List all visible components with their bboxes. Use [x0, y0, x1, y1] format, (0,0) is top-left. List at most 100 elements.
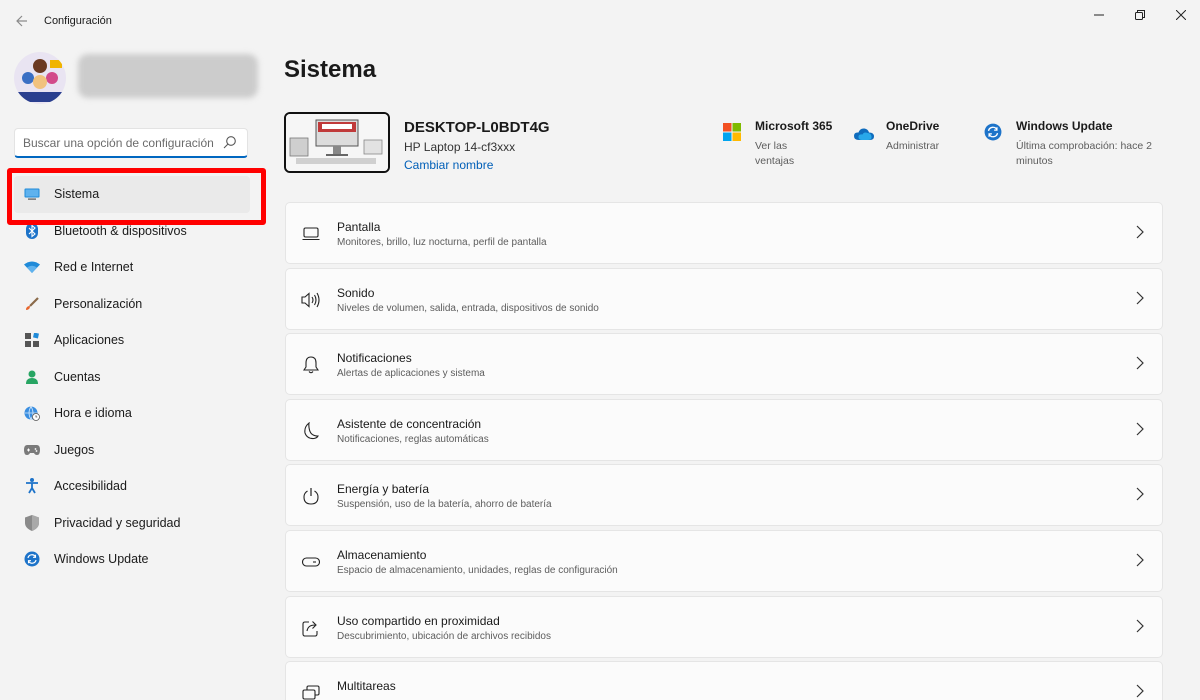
- card-subtitle: Espacio de almacenamiento, unidades, reg…: [337, 564, 618, 576]
- chevron-right-icon: [1136, 356, 1148, 372]
- moon-icon: [301, 421, 321, 441]
- quick-subtitle-line: Última comprobación: hace 2: [1016, 140, 1152, 152]
- card-multitareas[interactable]: Multitareas: [285, 661, 1163, 700]
- card-title: Sonido: [337, 285, 375, 300]
- sidebar-item-label: Cuentas: [54, 369, 101, 384]
- chevron-right-icon: [1136, 553, 1148, 569]
- chevron-right-icon: [1136, 225, 1148, 241]
- title-bar: Configuración: [0, 0, 1200, 44]
- sidebar-item-label: Aplicaciones: [54, 333, 125, 348]
- chevron-right-icon: [1136, 422, 1148, 438]
- speaker-icon: [301, 290, 321, 310]
- search-box[interactable]: [14, 128, 248, 158]
- quick-subtitle: Ver las ventajas: [755, 140, 795, 167]
- card-almacenamiento[interactable]: Almacenamiento Espacio de almacenamiento…: [285, 529, 1163, 592]
- card-title: Notificaciones: [337, 351, 412, 366]
- chevron-right-icon: [1136, 619, 1148, 635]
- card-subtitle: Monitores, brillo, luz nocturna, perfil …: [337, 237, 547, 248]
- card-subtitle: Niveles de volumen, salida, entrada, dis…: [337, 302, 599, 314]
- brush-icon: [23, 295, 41, 313]
- quick-title: Windows Update: [1016, 119, 1113, 133]
- sidebar-item-sistema[interactable]: Sistema: [14, 176, 250, 213]
- device-thumbnail: [284, 112, 390, 173]
- sidebar-item-label: Hora e idioma: [54, 406, 132, 421]
- card-title: Pantalla: [337, 220, 381, 234]
- sidebar-item-label: Privacidad y seguridad: [54, 515, 181, 530]
- search-icon[interactable]: [223, 135, 239, 151]
- card-subtitle: Alertas de aplicaciones y sistema: [337, 368, 485, 380]
- quick-subtitle: Administrar: [886, 140, 940, 152]
- sidebar-item-privacidad[interactable]: Privacidad y seguridad: [14, 505, 250, 542]
- accessibility-icon: [23, 477, 41, 495]
- card-sonido[interactable]: Sonido Niveles de volumen, salida, entra…: [285, 267, 1163, 330]
- gamepad-icon: [23, 441, 41, 459]
- sidebar-nav: Sistema Bluetooth & dispositivos Red e I…: [14, 176, 250, 578]
- quick-title: Microsoft 365: [755, 119, 833, 133]
- sidebar-item-label: Juegos: [54, 442, 95, 457]
- quick-subtitle-line: minutos: [1016, 155, 1053, 167]
- card-pantalla[interactable]: Pantalla Monitores, brillo, luz nocturna…: [285, 202, 1163, 264]
- globe-clock-icon: [23, 404, 41, 422]
- sidebar-item-red[interactable]: Red e Internet: [14, 249, 250, 286]
- chevron-right-icon: [1136, 487, 1148, 503]
- apps-icon: [23, 331, 41, 349]
- sidebar-item-label: Accesibilidad: [54, 479, 127, 494]
- sidebar-item-accesibilidad[interactable]: Accesibilidad: [14, 468, 250, 505]
- sidebar-item-juegos[interactable]: Juegos: [14, 432, 250, 469]
- card-title: Asistente de concentración: [337, 416, 482, 431]
- sidebar-item-label: Personalización: [54, 296, 143, 311]
- sidebar-item-windows-update[interactable]: Windows Update: [14, 541, 250, 578]
- quick-title: OneDrive: [886, 119, 940, 133]
- card-notificaciones[interactable]: Notificaciones Alertas de aplicaciones y…: [285, 333, 1163, 396]
- device-model: HP Laptop 14-cf3xxx: [404, 140, 516, 154]
- sidebar-item-label: Windows Update: [54, 552, 149, 567]
- sidebar-item-bluetooth[interactable]: Bluetooth & dispositivos: [14, 213, 250, 250]
- card-subtitle: Descubrimiento, ubicación de archivos re…: [337, 630, 551, 642]
- sidebar-item-aplicaciones[interactable]: Aplicaciones: [14, 322, 250, 359]
- card-energia-bateria[interactable]: Energía y batería Suspensión, uso de la …: [285, 464, 1163, 527]
- sidebar-item-hora[interactable]: Hora e idioma: [14, 395, 250, 432]
- card-title: Almacenamiento: [337, 547, 427, 562]
- avatar: [14, 52, 66, 104]
- onedrive-icon: [854, 123, 874, 143]
- monitor-icon: [23, 185, 41, 203]
- card-uso-compartido[interactable]: Uso compartido en proximidad Descubrimie…: [285, 595, 1163, 658]
- multitask-icon: [301, 683, 321, 700]
- device-name: DESKTOP-L0BDT4G: [404, 119, 550, 136]
- chevron-right-icon: [1136, 291, 1148, 307]
- share-icon: [301, 618, 321, 638]
- sidebar-item-label: Red e Internet: [54, 260, 134, 275]
- card-title: Uso compartido en proximidad: [337, 613, 500, 628]
- card-asistente-concentracion[interactable]: Asistente de concentración Notificacione…: [285, 398, 1163, 461]
- search-input[interactable]: [23, 133, 219, 153]
- storage-icon: [301, 552, 321, 572]
- sidebar-item-cuentas[interactable]: Cuentas: [14, 359, 250, 396]
- card-title: Multitareas: [337, 679, 396, 694]
- card-subtitle: Suspensión, uso de la batería, ahorro de…: [337, 499, 552, 511]
- page-title: Sistema: [284, 56, 377, 83]
- settings-list: Pantalla Monitores, brillo, luz nocturna…: [285, 202, 1163, 700]
- minimize-icon[interactable]: [1076, 0, 1122, 32]
- sidebar-item-personalizacion[interactable]: Personalización: [14, 286, 250, 323]
- power-icon: [301, 486, 321, 506]
- quick-subtitle: Última comprobación: hace 2 minutos: [1016, 139, 1152, 169]
- card-subtitle: Notificaciones, reglas automáticas: [337, 433, 489, 445]
- sidebar-item-label: Sistema: [54, 187, 100, 202]
- rename-link[interactable]: Cambiar nombre: [404, 158, 493, 172]
- account-icon: [23, 368, 41, 386]
- back-arrow-icon[interactable]: [12, 12, 32, 32]
- microsoft-365-icon: [723, 123, 743, 143]
- shield-icon: [23, 514, 41, 532]
- close-icon[interactable]: [1158, 0, 1200, 32]
- update-icon: [23, 550, 41, 568]
- chevron-right-icon: [1136, 684, 1148, 700]
- wifi-icon: [23, 258, 41, 276]
- blurred-user-name: [78, 54, 258, 98]
- windows-update-icon: [984, 123, 1004, 143]
- restore-icon[interactable]: [1117, 0, 1163, 32]
- card-title: Energía y batería: [337, 482, 430, 497]
- sidebar-item-label: Bluetooth & dispositivos: [54, 223, 187, 238]
- app-title: Configuración: [44, 15, 112, 27]
- display-icon: [301, 224, 321, 244]
- bell-icon: [301, 355, 321, 375]
